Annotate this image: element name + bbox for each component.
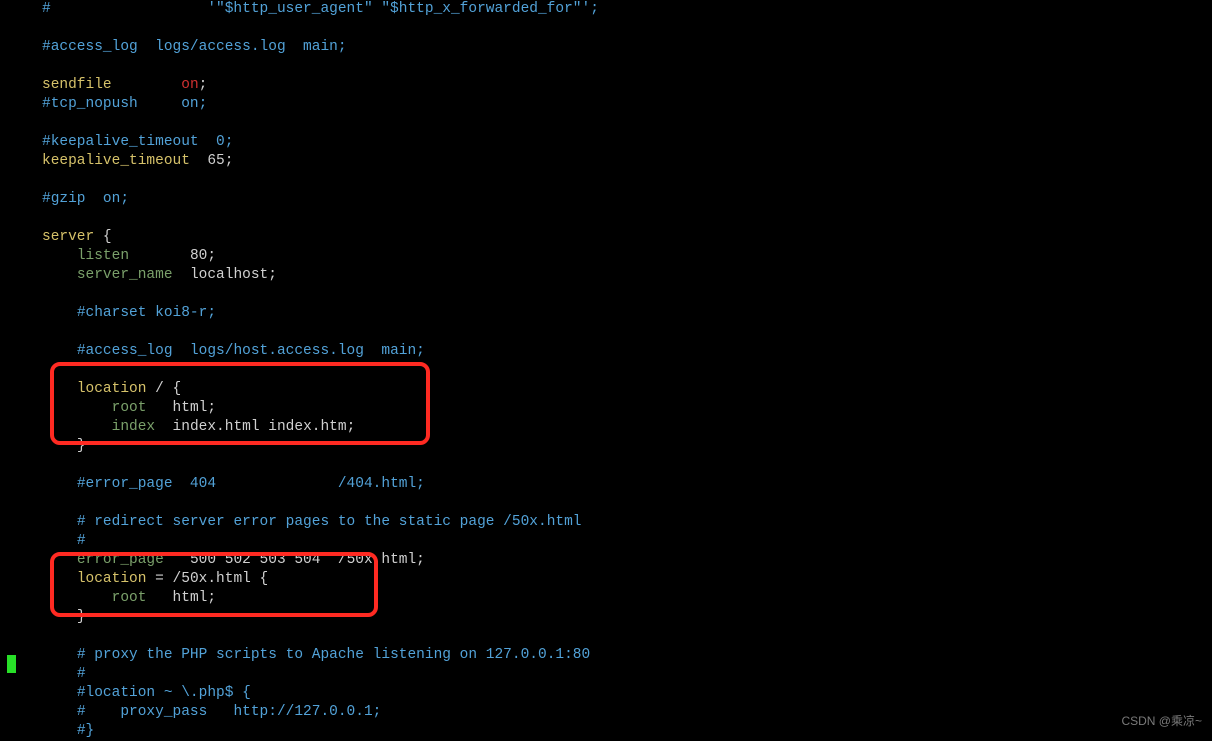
nginx-config-code[interactable]: # '"$http_user_agent" "$http_x_forwarded…	[0, 0, 1212, 741]
terminal-cursor	[7, 655, 16, 673]
watermark: CSDN @乘凉~	[1121, 712, 1202, 731]
